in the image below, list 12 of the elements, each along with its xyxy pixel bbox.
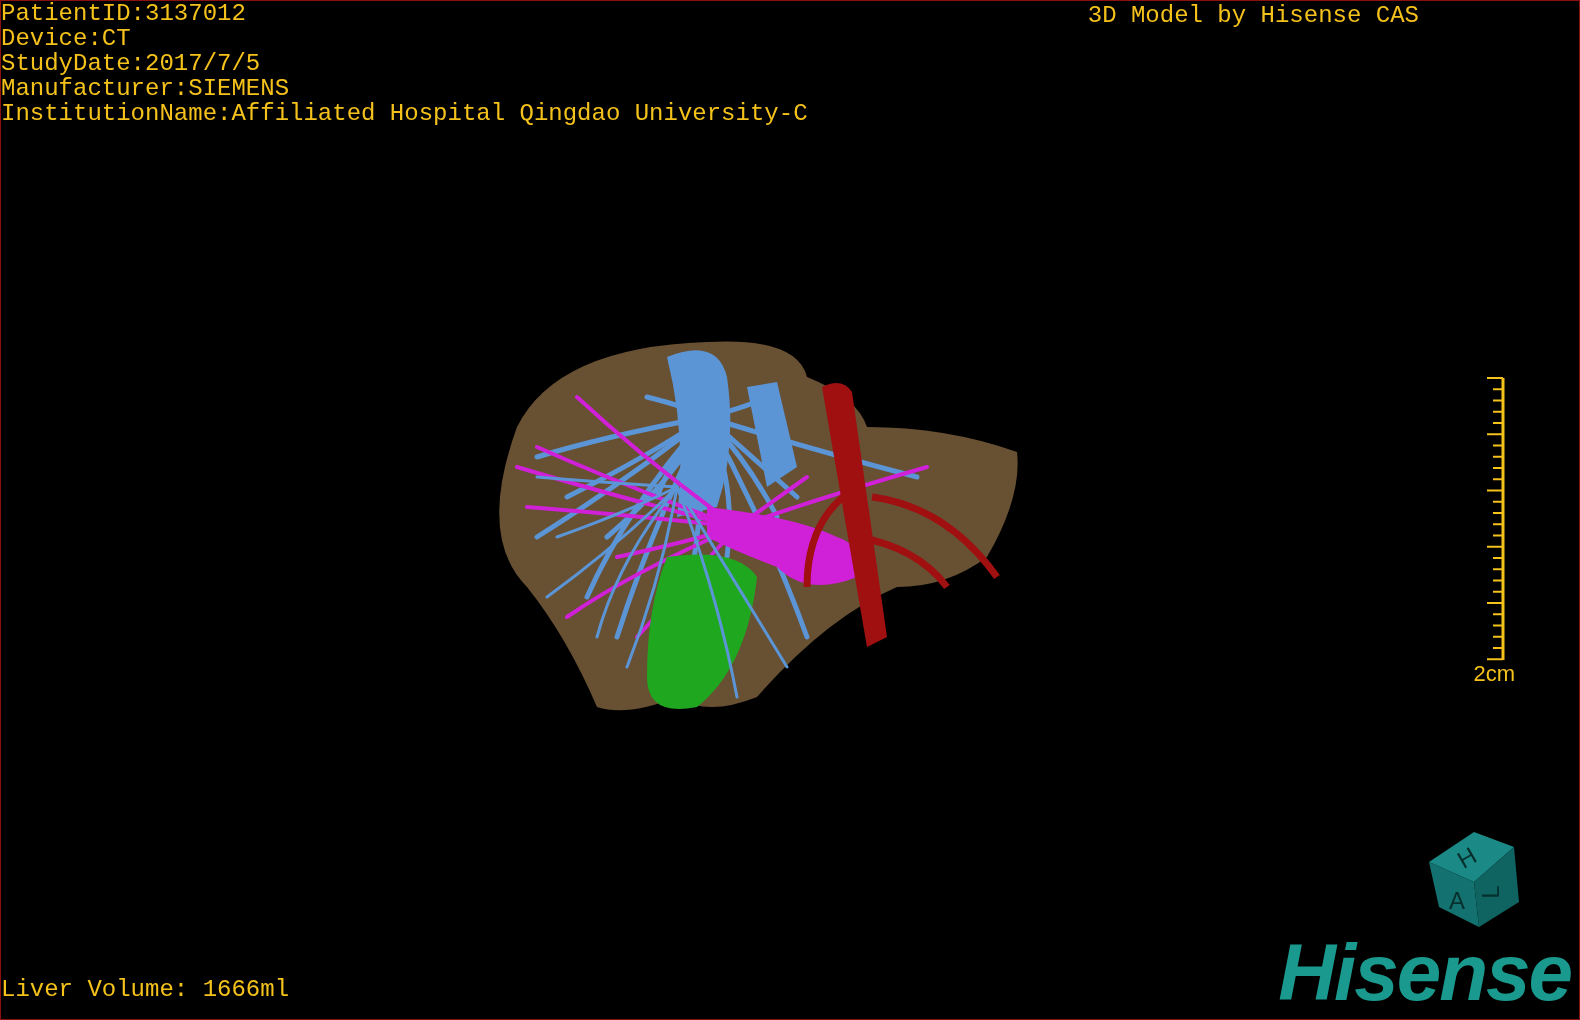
viewer-title: 3D Model by Hisense CAS bbox=[1087, 1, 1419, 31]
study-info-line: Manufacturer:SIEMENS bbox=[1, 76, 291, 101]
scale-bar-icon bbox=[1487, 376, 1505, 661]
brand-logo: Hisense bbox=[1278, 937, 1571, 1009]
study-info-line: PatientID:3137012 bbox=[1, 1, 247, 26]
cube-label: H bbox=[1452, 841, 1481, 874]
study-info-line: InstitutionName:Affiliated Hospital Qingdao University-C bbox=[1, 101, 808, 126]
cube-label: A bbox=[1449, 887, 1465, 914]
liver-volume-text: Liver Volume: 1666ml bbox=[1, 975, 290, 1005]
study-info-line: Device:CT bbox=[1, 26, 132, 51]
scale-label: 2cm bbox=[1473, 660, 1515, 687]
study-info-line: StudyDate:2017/7/5 bbox=[1, 51, 262, 76]
